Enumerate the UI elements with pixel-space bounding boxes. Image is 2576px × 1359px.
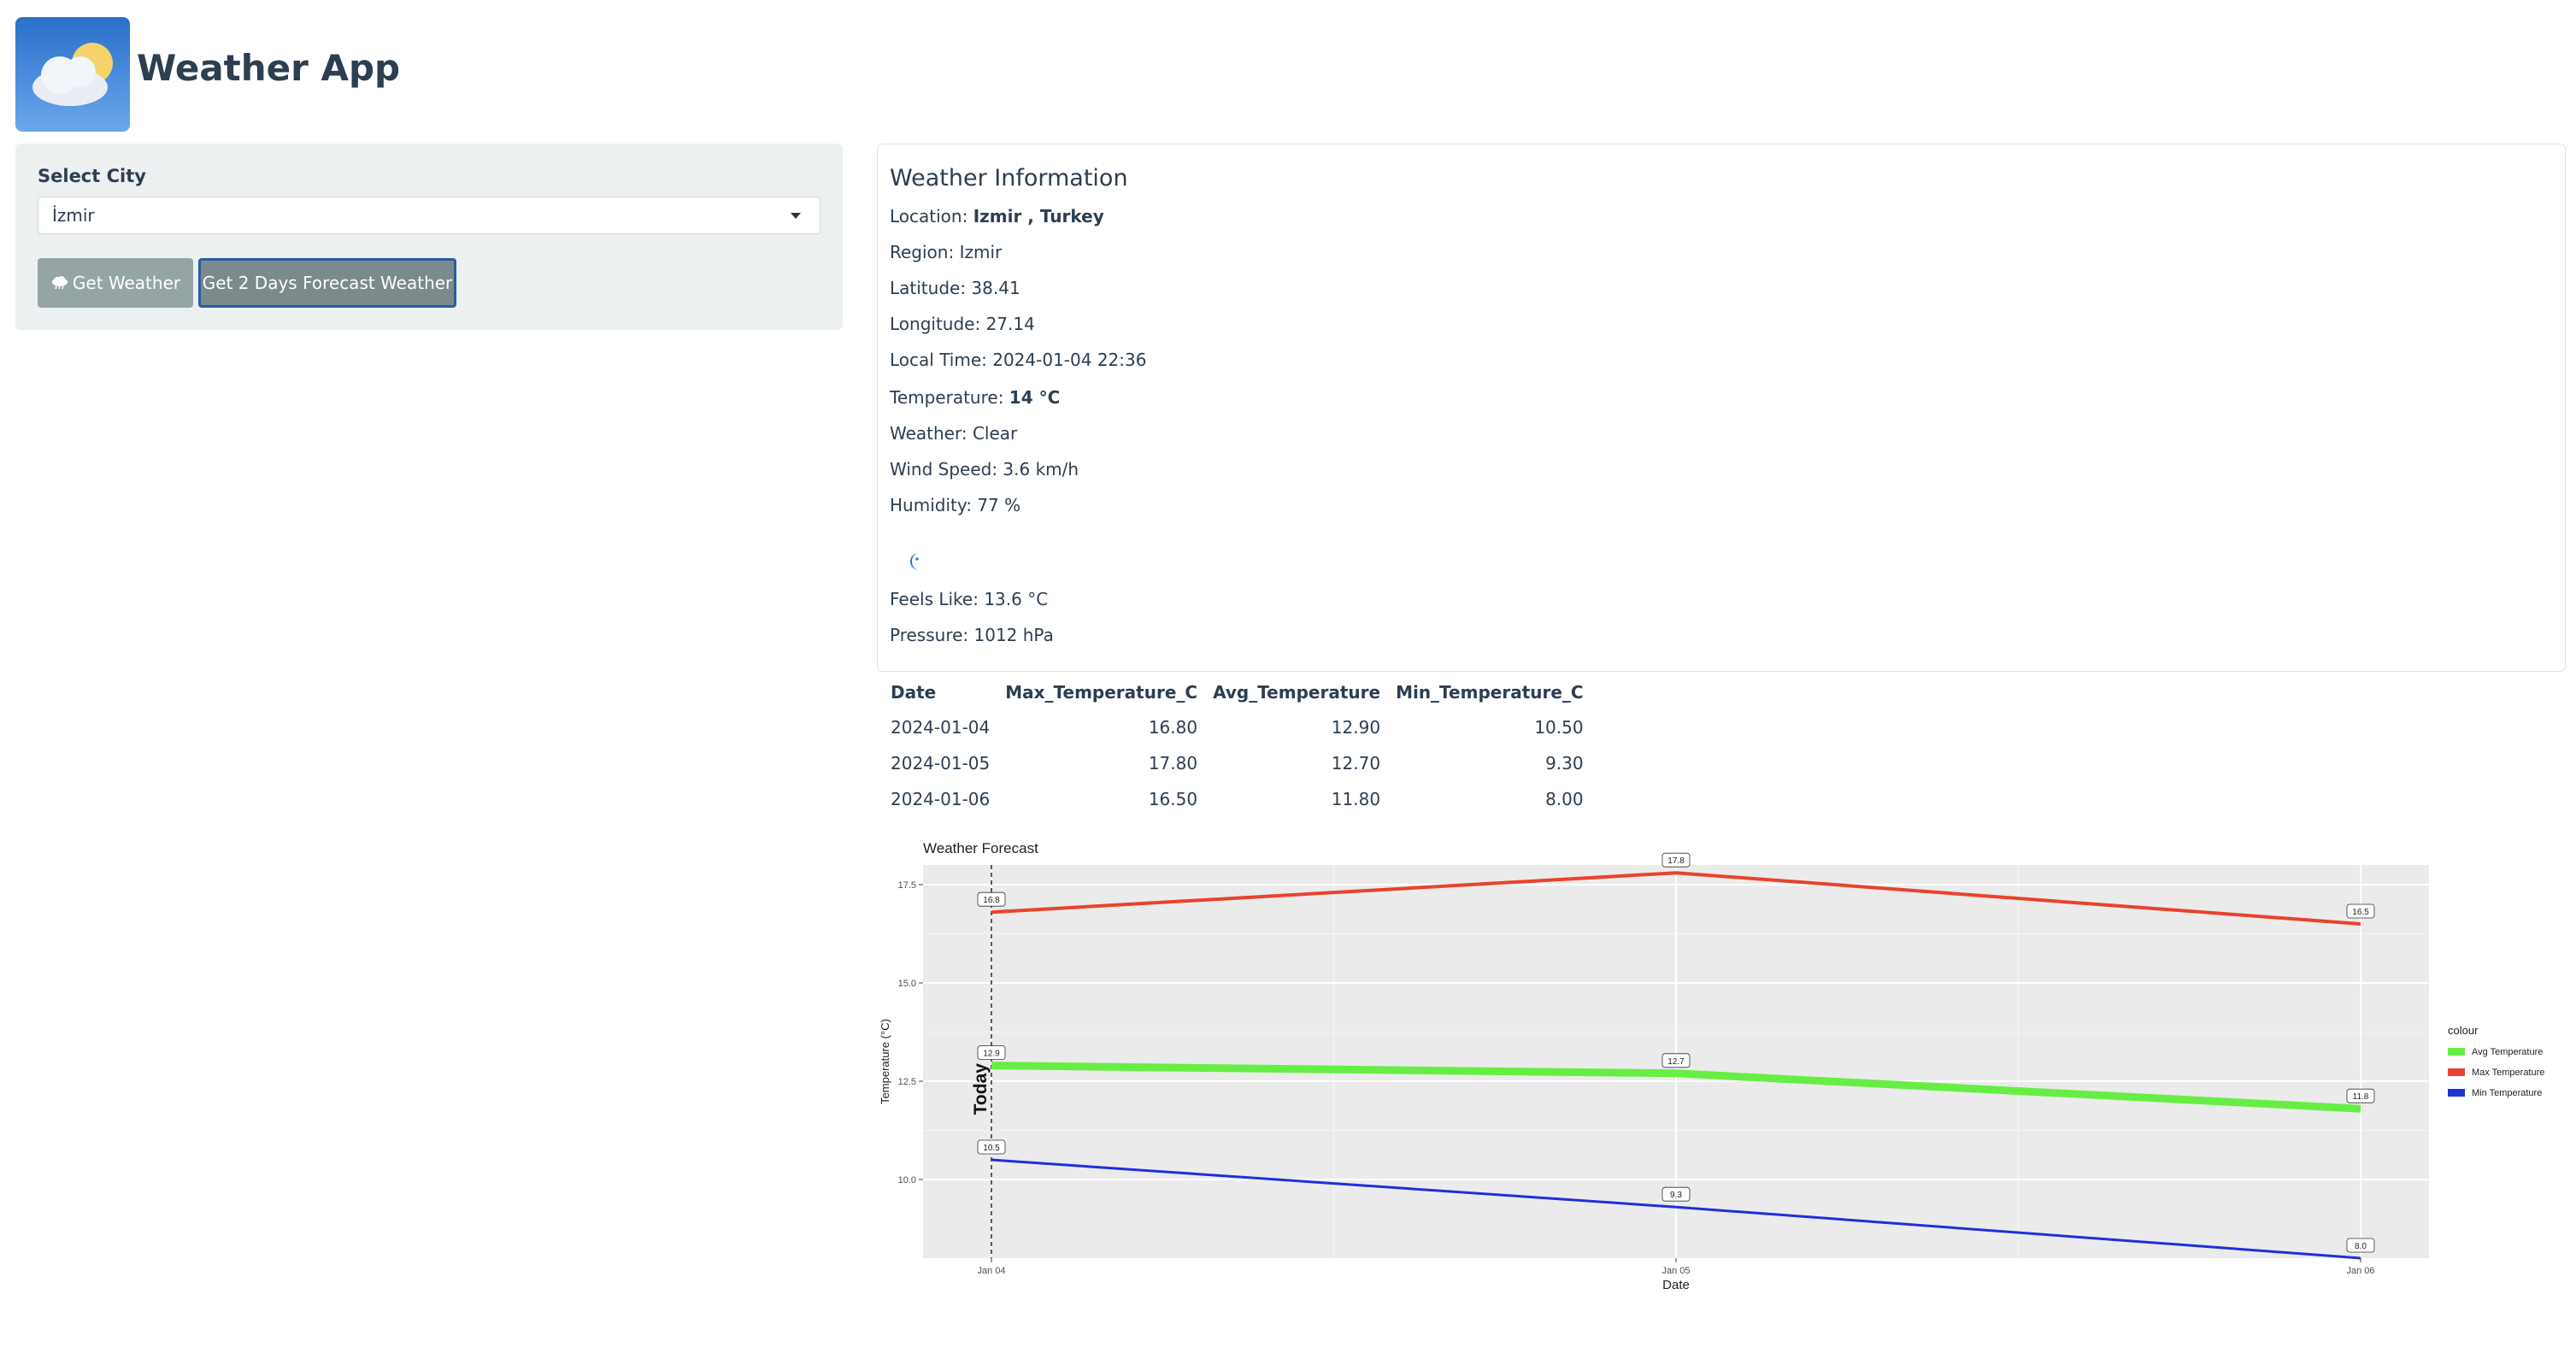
city-select-value: İzmir <box>52 205 95 226</box>
location-value: Izmir , Turkey <box>973 206 1104 226</box>
humidity-line: Humidity: 77 % <box>890 495 1021 515</box>
forecast-table: Date Max_Temperature_C Avg_Temperature M… <box>889 675 1597 817</box>
table-cell: 17.80 <box>1148 753 1198 774</box>
column-header: Date <box>891 682 937 703</box>
condition-line: Weather: Clear <box>890 423 1018 444</box>
table-cell: 2024-01-05 <box>891 753 991 774</box>
longitude-line: Longitude: 27.14 <box>890 314 1035 334</box>
legend-label: Max Temperature <box>2472 1068 2544 1078</box>
cloud-sun-icon <box>15 17 130 132</box>
y-tick-label: 10.0 <box>898 1175 916 1185</box>
legend-swatch <box>2448 1089 2465 1097</box>
table-cell: 2024-01-06 <box>891 789 991 809</box>
data-label: 10.5 <box>983 1144 1000 1153</box>
sidebar-panel: Select City İzmir Get Weather Get 2 Days… <box>15 144 843 330</box>
y-tick-label: 15.0 <box>898 979 916 989</box>
cloud-rain-icon <box>51 276 68 290</box>
legend-label: Avg Temperature <box>2472 1047 2543 1057</box>
table-cell: 12.70 <box>1331 753 1381 774</box>
legend-swatch <box>2448 1068 2465 1076</box>
weather-info-panel: Weather Information Location: Izmir , Tu… <box>877 144 2566 672</box>
x-tick-label: Jan 06 <box>2346 1266 2374 1276</box>
latitude-line: Latitude: 38.41 <box>890 278 1020 298</box>
chevron-down-icon <box>791 213 801 219</box>
table-cell: 16.50 <box>1148 789 1198 809</box>
table-cell: 11.80 <box>1331 789 1381 809</box>
get-weather-button[interactable]: Get Weather <box>38 258 193 308</box>
column-header: Min_Temperature_C <box>1396 682 1584 703</box>
data-label: 12.7 <box>1667 1057 1685 1067</box>
y-axis-label: Temperature (°C) <box>879 1019 891 1104</box>
table-row: 2024-01-06 16.50 11.80 8.00 <box>889 781 1597 817</box>
temperature-line: Temperature: 14 °C <box>890 387 1060 408</box>
y-tick-label: 17.5 <box>898 880 916 891</box>
legend-swatch <box>2448 1048 2465 1056</box>
location-label: Location: <box>890 206 973 226</box>
table-cell: 10.50 <box>1534 717 1584 738</box>
x-axis-label: Date <box>1662 1278 1690 1292</box>
x-tick-label: Jan 04 <box>977 1266 1005 1276</box>
location-line: Location: Izmir , Turkey <box>890 206 1104 226</box>
legend-label: Min Temperature <box>2472 1088 2542 1098</box>
table-cell: 12.90 <box>1331 717 1381 738</box>
data-label: 16.5 <box>2352 908 2369 917</box>
pressure-line: Pressure: 1012 hPa <box>890 625 1054 645</box>
wind-speed-line: Wind Speed: 3.6 km/h <box>890 459 1079 479</box>
table-header-row: Date Max_Temperature_C Avg_Temperature M… <box>889 675 1597 709</box>
data-label: 16.8 <box>983 896 1000 905</box>
get-weather-label: Get Weather <box>72 273 181 293</box>
data-label: 8.0 <box>2355 1242 2367 1251</box>
legend-title: colour <box>2448 1024 2479 1037</box>
app-logo <box>15 17 130 132</box>
city-select[interactable]: İzmir <box>38 197 820 234</box>
forecast-button[interactable]: Get 2 Days Forecast Weather <box>198 258 456 308</box>
data-label: 11.8 <box>2353 1092 2369 1102</box>
region-line: Region: Izmir <box>890 242 1003 262</box>
forecast-chart: Weather Forecast 10.0 12.5 15.0 17.5 Jan 04 Ja… <box>877 836 2576 1297</box>
table-cell: 16.80 <box>1148 717 1198 738</box>
forecast-chart-svg: Weather Forecast 10.0 12.5 15.0 17.5 Jan 04 Ja… <box>879 840 2544 1292</box>
table-cell: 2024-01-04 <box>891 717 991 738</box>
local-time-line: Local Time: 2024-01-04 22:36 <box>890 350 1147 370</box>
temperature-value: 14 °C <box>1009 387 1061 408</box>
table-row: 2024-01-04 16.80 12.90 10.50 <box>889 709 1597 745</box>
select-city-label: Select City <box>38 166 146 186</box>
data-label: 17.8 <box>1667 856 1685 866</box>
today-annotation: Today <box>971 1063 991 1115</box>
temperature-label: Temperature: <box>890 387 1009 408</box>
app-title: Weather App <box>137 47 401 89</box>
column-header: Max_Temperature_C <box>1005 682 1198 703</box>
feels-like-line: Feels Like: 13.6 °C <box>890 589 1049 609</box>
x-tick-label: Jan 05 <box>1661 1266 1690 1276</box>
data-label: 12.9 <box>983 1050 1000 1059</box>
weather-info-title: Weather Information <box>890 165 1128 191</box>
table-cell: 9.30 <box>1545 753 1584 774</box>
table-cell: 8.00 <box>1545 789 1584 809</box>
table-row: 2024-01-05 17.80 12.70 9.30 <box>889 745 1597 781</box>
data-label: 9.3 <box>1670 1191 1682 1200</box>
moon-icon <box>910 553 919 570</box>
y-tick-label: 12.5 <box>898 1077 916 1087</box>
column-header: Avg_Temperature <box>1213 682 1381 703</box>
chart-title: Weather Forecast <box>923 840 1038 856</box>
